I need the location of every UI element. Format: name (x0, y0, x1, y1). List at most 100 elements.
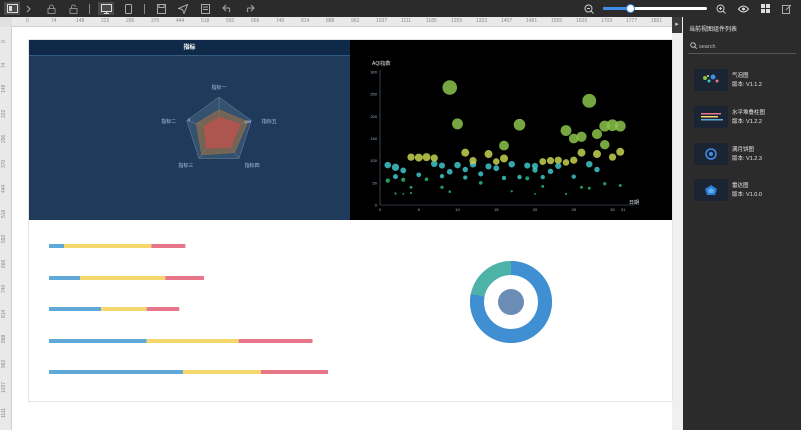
component-item-radar[interactable]: 雷达图 版本: V1.0.0 (694, 179, 796, 201)
bubble-point (517, 174, 522, 180)
send-icon[interactable] (175, 2, 191, 15)
zoom-slider-thumb[interactable] (625, 4, 635, 13)
y-tick-label: 0 (375, 203, 378, 208)
bubble-point (554, 156, 562, 164)
ruler-tick-label: 1777 (626, 18, 638, 24)
bar-segment (49, 244, 65, 248)
document-icon[interactable] (197, 2, 213, 15)
bubble-point (540, 174, 545, 180)
bar-segment (182, 370, 262, 374)
ruler-tick-label: 1629 (576, 18, 588, 24)
ruler-tick-label: 1703 (601, 18, 613, 24)
x-tick-label: 15 (494, 207, 499, 212)
bubble-point (442, 80, 458, 95)
component-version: 版本: V1.1.2 (732, 82, 762, 88)
lock-icon[interactable] (43, 2, 59, 15)
desktop-icon[interactable] (98, 2, 114, 15)
bubble-point (603, 182, 607, 186)
ruler-tick-label: 1111 (401, 18, 412, 24)
collapse-panel-button[interactable]: ▸ (672, 17, 682, 33)
edit-icon[interactable] (779, 2, 795, 15)
ruler-tick-label: 148 (76, 18, 85, 24)
bubble-point (616, 147, 625, 156)
ruler-tick-label: 962 (1, 359, 7, 368)
ruler-tick-label: 1037 (376, 18, 388, 24)
grid-icon[interactable] (757, 2, 773, 15)
redo-icon[interactable] (241, 2, 257, 15)
bubble-point (439, 174, 445, 179)
search-icon (690, 42, 698, 50)
bubble-chart-widget[interactable]: 0 5 10 15 20 25 30 31 0 50 100 150 200 250 300 AQI指数 日期 (350, 40, 672, 220)
ruler-tick-label: 1851 (651, 18, 663, 24)
bar-segment (64, 244, 152, 248)
unlock-icon[interactable] (65, 2, 81, 15)
y-tick-label: 100 (370, 158, 377, 163)
component-item-horizontal-bar[interactable]: 水平堆叠柱图 版本: V1.2.2 (694, 106, 796, 128)
bubble-point (478, 171, 484, 177)
bubble-point (508, 160, 516, 168)
bubble-point (454, 161, 461, 169)
ruler-tick-label: 148 (1, 84, 7, 93)
component-name: 水平堆叠柱图 (732, 110, 766, 116)
bubble-point (440, 185, 444, 189)
radar-chart: 指标一指标五指标四指标三指标二 0 100 (161, 84, 276, 169)
ruler-tick-label: 962 (351, 18, 360, 24)
zoom-in-icon[interactable] (713, 2, 729, 15)
ruler-tick-label: 666 (1, 259, 7, 268)
save-icon[interactable] (153, 2, 169, 15)
bubble-point (394, 192, 397, 195)
bubble-point (385, 178, 390, 183)
bubble-chart: 0 5 10 15 20 25 30 31 0 50 100 150 200 250 300 AQI指数日期 (370, 60, 639, 212)
radar-chart-icon (694, 179, 728, 201)
bubble-point (424, 177, 429, 182)
layout-icon[interactable] (4, 2, 20, 15)
component-item-bubble[interactable]: 气泡图 版本: V1.1.2 (694, 69, 796, 91)
bubble-point (525, 176, 530, 181)
bubble-point (422, 153, 431, 162)
bubble-point (414, 153, 423, 162)
zoom-slider[interactable] (603, 4, 707, 13)
chevron-right-icon[interactable] (21, 2, 37, 15)
radar-chart-widget[interactable]: 指标 指标一 指标五 指标四 指标三 指标二 0 100 (29, 40, 350, 220)
ruler-tick-label: 888 (1, 334, 7, 343)
bar-and-ring-widgets[interactable] (29, 220, 672, 401)
mobile-icon[interactable] (120, 2, 136, 15)
bubble-point (532, 167, 538, 173)
component-list-panel: 当前视图组件列表 search 气泡图 版本: V1.1.2 水平堆叠柱图 版本… (683, 17, 801, 430)
bar-segment (49, 339, 147, 343)
ruler-tick-label: 1185 (426, 18, 437, 24)
x-tick-label: 10 (455, 207, 460, 212)
bubble-point (501, 175, 507, 181)
bubble-point (463, 175, 468, 180)
bubble-point (401, 177, 406, 182)
bubble-point (409, 185, 413, 189)
bubble-point (409, 191, 413, 195)
bubble-point (591, 128, 603, 140)
bubble-point (493, 165, 500, 172)
bubble-point (416, 172, 422, 178)
bubble-point (564, 192, 568, 196)
panel-title: 当前视图组件列表 (689, 27, 738, 33)
ruler-tick-label: 370 (151, 18, 160, 24)
component-item-ring[interactable]: 满月饼图 版本: V1.2.3 (694, 143, 796, 165)
search-input[interactable]: search (688, 40, 796, 54)
radar-indicator-label: 指标二 (161, 118, 176, 125)
bar-segment (151, 244, 186, 248)
radar-scale-label: 100 (244, 119, 251, 124)
bubble-point (384, 161, 392, 169)
zoom-out-icon[interactable] (581, 2, 597, 15)
component-name: 气泡图 (732, 73, 749, 79)
undo-icon[interactable] (219, 2, 235, 15)
ruler-tick-label: 1555 (551, 18, 563, 24)
bubble-point (585, 160, 593, 168)
x-tick-label: 31 (621, 207, 626, 212)
bubble-point (524, 162, 531, 169)
bubble-point (478, 181, 483, 185)
ruler-tick-label: 296 (1, 134, 7, 143)
bubble-point (513, 118, 526, 131)
toolbar-left-group (4, 0, 263, 17)
eye-icon[interactable] (735, 2, 751, 15)
horizontal-stacked-bar-chart (49, 244, 552, 374)
bubble-point (547, 168, 554, 175)
bubble-point (618, 184, 622, 187)
